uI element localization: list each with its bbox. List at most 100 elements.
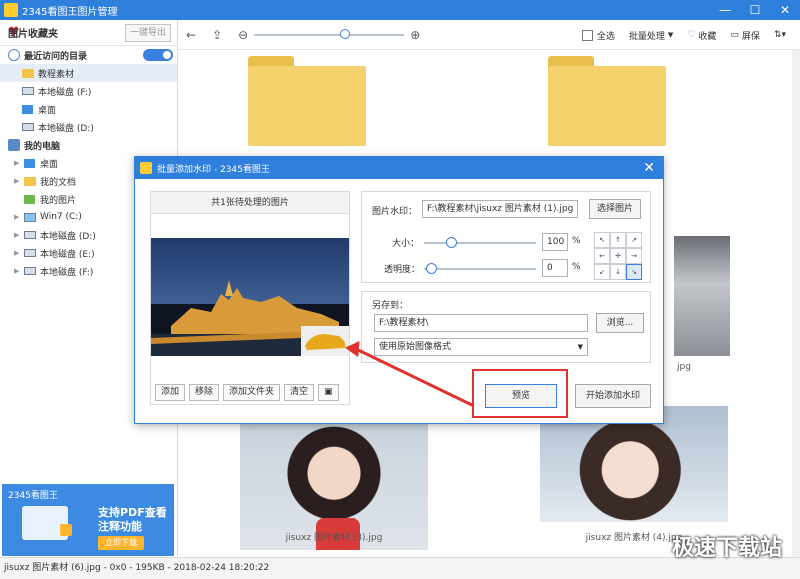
drive-icon: [22, 123, 34, 131]
expand-arrow-icon[interactable]: ▶: [14, 213, 19, 221]
scrollbar[interactable]: [792, 50, 800, 557]
drive-icon: [24, 267, 36, 275]
image-caption: jpg: [677, 362, 691, 372]
expand-arrow-icon[interactable]: ▶: [14, 231, 19, 239]
recent-item[interactable]: 桌面: [0, 100, 177, 118]
folder-thumbnail[interactable]: [548, 56, 666, 146]
pdf-badge-icon: [60, 524, 72, 536]
back-icon[interactable]: ←: [186, 28, 196, 42]
position-grid: ↖ ↑ ↗ ← ✛ → ↙ ↓ ↘: [594, 232, 642, 280]
expand-arrow-icon[interactable]: ▶: [14, 249, 19, 257]
folder-thumbnail[interactable]: [248, 56, 366, 146]
position-top-left[interactable]: ↖: [594, 232, 610, 248]
position-bottom[interactable]: ↓: [610, 264, 626, 280]
size-slider-knob[interactable]: [446, 237, 457, 248]
clear-button[interactable]: 清空: [284, 384, 315, 401]
position-left[interactable]: ←: [594, 248, 610, 264]
screensaver-button[interactable]: ▭ 屏保: [730, 29, 760, 42]
sort-button[interactable]: ⇅▾: [774, 30, 786, 40]
zoom-in-icon[interactable]: ⊕: [410, 28, 420, 42]
pc-item-label: 桌面: [40, 159, 59, 170]
pc-item-label: Win7 (C:): [40, 212, 82, 222]
batch-label: 批量处理: [628, 31, 665, 42]
title-bar: 2345看图王图片管理 — ☐ ✕: [0, 0, 800, 20]
position-top[interactable]: ↑: [610, 232, 626, 248]
favorite-button[interactable]: ♡ 收藏: [687, 29, 716, 42]
close-button[interactable]: ✕: [770, 0, 800, 20]
dialog-title: 批量添加水印 - 2345看图王: [157, 164, 270, 175]
maximize-button[interactable]: ☐: [740, 0, 770, 20]
zoom-out-icon[interactable]: ⊖: [238, 28, 248, 42]
browse-button[interactable]: 浏览...: [596, 313, 644, 333]
recent-toggle[interactable]: [143, 49, 173, 61]
position-right[interactable]: →: [626, 248, 642, 264]
opacity-slider-knob[interactable]: [426, 263, 437, 274]
size-label: 大小：: [392, 239, 420, 249]
position-bottom-left[interactable]: ↙: [594, 264, 610, 280]
window-title: 2345看图王图片管理: [22, 6, 118, 18]
opacity-percent: %: [572, 262, 581, 272]
zoom-slider[interactable]: [254, 28, 405, 39]
start-watermark-button[interactable]: 开始添加水印: [575, 384, 651, 408]
pc-item-label: 本地磁盘 (F:): [40, 267, 94, 278]
opacity-label: 透明度：: [384, 265, 421, 275]
pc-item-label: 我的文档: [40, 177, 77, 188]
recent-item[interactable]: 本地磁盘 (D:): [0, 118, 177, 136]
image-caption: jisuxz 图片素材 (3).jpg: [285, 533, 383, 543]
select-all-checkbox[interactable]: 全选: [581, 29, 615, 42]
export-button[interactable]: 一键导出: [125, 24, 171, 42]
monitor-icon: ▭: [730, 30, 739, 40]
ad-line2: 注释功能: [98, 520, 142, 533]
mypc-section[interactable]: 我的电脑: [0, 136, 177, 154]
minimize-button[interactable]: —: [710, 0, 740, 20]
favorite-label: 收藏: [698, 31, 717, 42]
chevron-down-icon: ▼: [667, 31, 674, 39]
select-all-label: 全选: [596, 31, 615, 42]
ad-download-button[interactable]: 立即下载: [98, 536, 144, 550]
computer-icon: [8, 139, 20, 151]
zoom-slider-knob[interactable]: [340, 28, 351, 39]
add-button[interactable]: 添加: [155, 384, 186, 401]
preview-highlight-box: [472, 369, 568, 418]
mypc-label: 我的电脑: [24, 141, 61, 152]
preview-image[interactable]: [151, 238, 349, 356]
pc-item-label: 我的图片: [40, 195, 77, 206]
position-bottom-right[interactable]: ↘: [626, 264, 642, 280]
recent-label: 最近访问的目录: [24, 51, 88, 62]
dialog-close-button[interactable]: ✕: [643, 160, 655, 176]
position-center[interactable]: ✛: [610, 248, 626, 264]
upload-icon[interactable]: ⇪: [212, 28, 222, 42]
app-icon: [4, 3, 18, 17]
expand-arrow-icon[interactable]: ▶: [14, 177, 19, 185]
ad-brand: 2345看图王: [8, 491, 58, 501]
picture-icon: [24, 194, 35, 204]
image-thumbnail[interactable]: [674, 236, 730, 356]
annotation-arrow-icon: [345, 340, 475, 408]
recent-section[interactable]: 最近访问的目录: [0, 46, 177, 64]
saveto-label: 另存到：: [372, 301, 409, 311]
wm-path-field[interactable]: F:\教程素材\jisuxz 图片素材 (1).jpg: [422, 200, 578, 218]
pending-count: 共1张待处理的图片: [151, 192, 349, 214]
sort-icon: ⇅▾: [773, 30, 786, 40]
remove-button[interactable]: 移除: [189, 384, 220, 401]
image-icon[interactable]: ▣: [318, 384, 339, 401]
size-input[interactable]: 100: [542, 233, 568, 251]
add-folder-button[interactable]: 添加文件夹: [223, 384, 281, 401]
expand-arrow-icon[interactable]: ▶: [14, 159, 19, 167]
size-slider[interactable]: [424, 237, 536, 248]
recent-item-label: 教程素材: [38, 69, 75, 80]
ad-banner[interactable]: 2345看图王 支持PDF查看 注释功能 立即下载: [2, 484, 174, 556]
app-icon: [140, 162, 152, 174]
expand-arrow-icon[interactable]: ▶: [14, 267, 19, 275]
recent-item[interactable]: 教程素材: [0, 64, 177, 82]
position-top-right[interactable]: ↗: [626, 232, 642, 248]
desktop-icon: [22, 104, 33, 114]
choose-image-button[interactable]: 选择图片: [589, 199, 641, 219]
opacity-input[interactable]: 0: [542, 259, 568, 277]
opacity-slider[interactable]: [424, 263, 536, 274]
recent-item[interactable]: 本地磁盘 (F:): [0, 82, 177, 100]
image-list-panel: 共1张待处理的图片 添加 移除 添加文件夹 清空 ▣: [150, 191, 350, 405]
recent-item-label: 本地磁盘 (D:): [38, 123, 94, 134]
batch-menu[interactable]: 批量处理 ▼: [629, 29, 673, 42]
favorites-header[interactable]: ♥ 图片收藏夹 一键导出: [0, 20, 177, 46]
